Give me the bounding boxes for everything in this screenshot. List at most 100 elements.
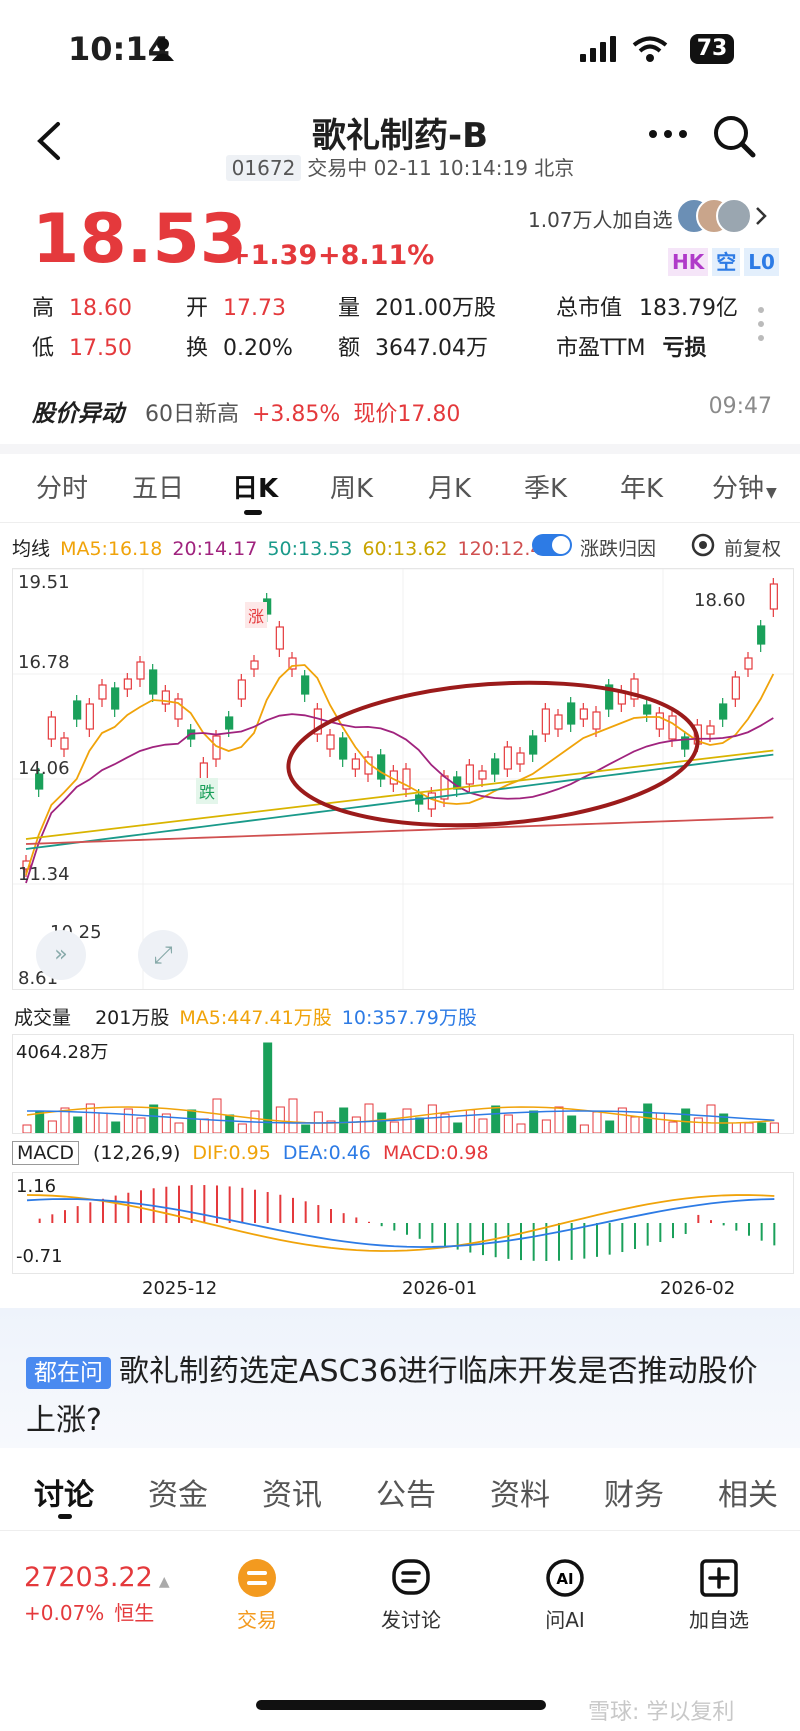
volume-bar	[541, 1119, 551, 1134]
macd-y-top: 1.16	[16, 1176, 57, 1197]
alert-now: 现价17.80	[353, 402, 461, 427]
search-icon[interactable]	[712, 114, 756, 158]
alert-title: 股价异动	[32, 401, 124, 427]
alert-time: 09:47	[708, 394, 772, 419]
collapse-icon[interactable]: »	[36, 930, 86, 980]
tab-yearly-k[interactable]: 年K	[620, 468, 663, 505]
tab-minute[interactable]: 分钟 ▼	[712, 468, 777, 505]
volume-bar	[47, 1120, 57, 1134]
y-label-top: 19.51	[18, 572, 70, 593]
stat-amount: 3647.04万	[375, 336, 488, 361]
tab-discussion[interactable]: 讨论	[34, 1470, 94, 1514]
volume-bar	[35, 1111, 45, 1134]
nav-ask-ai[interactable]: AI 问AI	[520, 1558, 610, 1633]
candle	[136, 661, 145, 680]
stat-label: 开	[186, 296, 209, 321]
watcher-avatars	[676, 198, 752, 234]
caret-down-icon: ▼	[766, 485, 777, 501]
fullscreen-icon[interactable]: ⤢	[138, 930, 188, 980]
nav-add-watch[interactable]: 加自选	[674, 1558, 764, 1633]
candle	[250, 660, 259, 670]
watchers-count[interactable]: 1.07万人加自选	[528, 204, 673, 233]
tab-related[interactable]: 相关	[718, 1470, 780, 1514]
trade-status: 交易中 02-11 10:14:19 北京	[307, 156, 575, 180]
stat-label: 高	[32, 296, 55, 321]
tab-daily-k[interactable]: 日K	[232, 468, 278, 505]
nav-trade[interactable]: 交易	[212, 1558, 302, 1633]
more-vertical-icon[interactable]	[756, 306, 766, 342]
divider	[0, 1530, 800, 1531]
candle	[719, 703, 728, 720]
candle	[465, 764, 474, 785]
tab-announcements[interactable]: 公告	[376, 1470, 436, 1514]
ma-label: 均线	[12, 538, 51, 560]
question-text: 歌礼制药选定ASC36进行临床开发是否推动股价上涨?	[26, 1354, 758, 1438]
chevron-right-icon[interactable]	[754, 206, 768, 226]
candle	[73, 700, 82, 720]
nav-add-watch-label: 加自选	[689, 1608, 749, 1632]
nav-post[interactable]: 发讨论	[366, 1558, 456, 1633]
tab-funds[interactable]: 资金	[148, 1470, 208, 1514]
candle	[149, 669, 158, 695]
volume-bar	[605, 1120, 615, 1134]
trade-icon	[238, 1559, 276, 1597]
stat-market-cap: 183.79亿	[639, 296, 738, 321]
volume-bar	[187, 1109, 197, 1134]
y-label-q1: 16.78	[18, 652, 70, 673]
tab-weekly-k[interactable]: 周K	[330, 468, 373, 505]
candle	[668, 715, 677, 740]
stat-open: 17.73	[223, 296, 286, 321]
attribution-toggle[interactable]	[532, 534, 572, 556]
compose-icon	[392, 1559, 430, 1595]
volume-bar	[339, 1107, 349, 1134]
high-marker: 18.60	[694, 590, 746, 611]
macd-svg	[26, 1185, 776, 1261]
active-tab-indicator	[58, 1514, 72, 1519]
ma50-value: 50:13.53	[267, 538, 353, 560]
candle	[731, 676, 740, 700]
nav-post-label: 发讨论	[381, 1608, 441, 1632]
settings-icon[interactable]	[690, 532, 716, 558]
volume-bar	[174, 1122, 184, 1134]
more-icon[interactable]	[648, 128, 688, 140]
candle	[85, 703, 94, 730]
market-badges: HK 空 L0	[668, 246, 779, 276]
divider	[0, 444, 800, 454]
badge-short: 空	[712, 248, 741, 276]
volume-bar	[237, 1123, 247, 1134]
tab-financials[interactable]: 财务	[604, 1470, 664, 1514]
tab-news[interactable]: 资讯	[262, 1470, 322, 1514]
macd-label[interactable]: MACD	[12, 1141, 79, 1165]
candle	[643, 704, 652, 715]
kline-chart[interactable]	[12, 568, 794, 990]
macd-value: MACD:0.98	[382, 1142, 489, 1164]
candle	[326, 734, 335, 750]
nav-trade-label: 交易	[237, 1608, 277, 1632]
volume-max-label: 4064.28万	[16, 1042, 109, 1063]
stat-pe: 亏损	[662, 336, 707, 361]
volume-bar	[123, 1108, 133, 1134]
stat-label: 量	[338, 296, 361, 321]
candle	[111, 687, 120, 710]
candle	[123, 678, 132, 690]
tab-five-day[interactable]: 五日	[132, 468, 184, 505]
tab-timeshare[interactable]: 分时	[36, 468, 88, 505]
candle	[478, 770, 487, 780]
adjust-label[interactable]: 前复权	[724, 534, 781, 561]
volume-ma5: MA5:447.41万股	[179, 1007, 332, 1029]
volume-bar	[225, 1114, 235, 1134]
tab-quarterly-k[interactable]: 季K	[524, 468, 567, 505]
volume-bar	[453, 1122, 463, 1134]
candle	[339, 737, 348, 760]
price-alert-row[interactable]: 股价异动 60日新高 +3.85% 现价17.80 09:47	[32, 394, 772, 428]
candle	[541, 708, 550, 735]
volume-bar	[630, 1116, 640, 1134]
tab-profile[interactable]: 资料	[490, 1470, 550, 1514]
stat-label: 换	[186, 336, 209, 361]
index-ticker[interactable]: 27203.22 ▲ +0.07% 恒生	[24, 1562, 170, 1626]
volume-value: 201万股	[95, 1007, 170, 1029]
dea-value: DEA:0.46	[282, 1142, 371, 1164]
tab-monthly-k[interactable]: 月K	[428, 468, 471, 505]
question-card[interactable]: 都在问 歌礼制药选定ASC36进行临床开发是否推动股价上涨?	[0, 1308, 800, 1448]
candle	[491, 758, 500, 775]
